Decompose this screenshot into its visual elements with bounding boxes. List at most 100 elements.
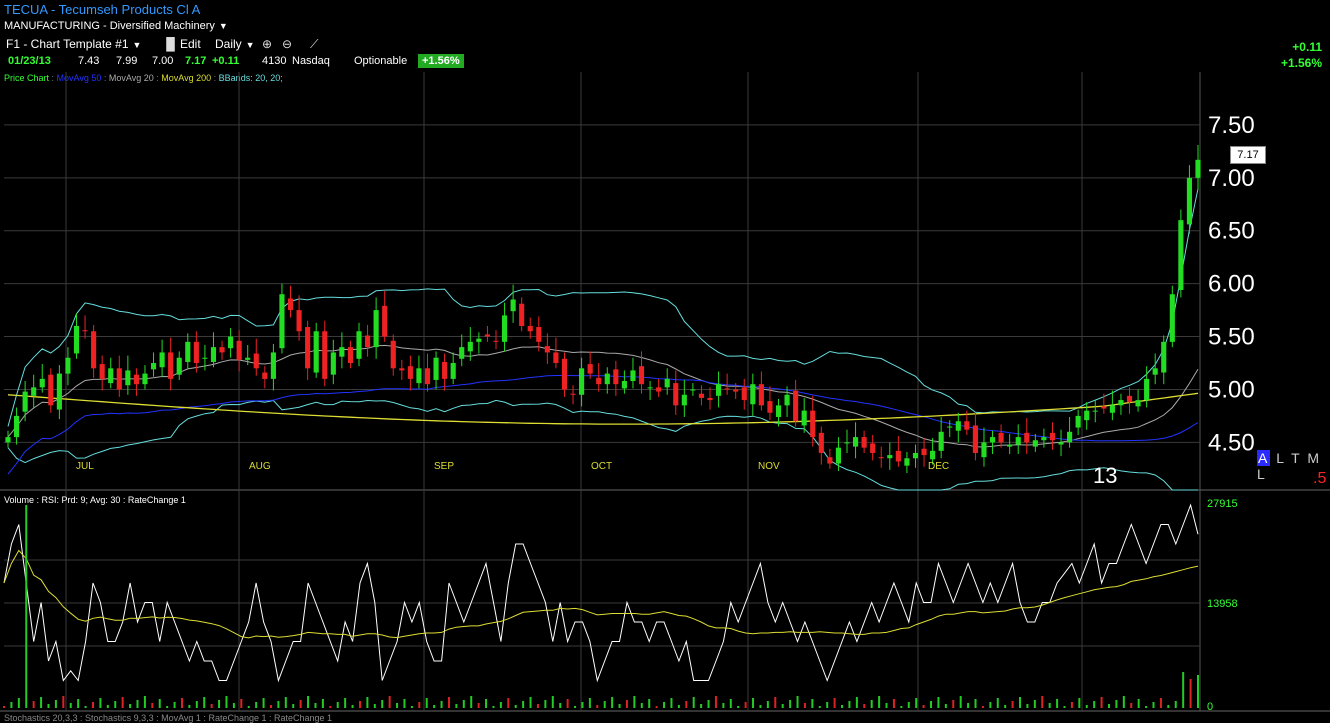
candle-body [835,447,841,464]
candle-body [493,340,499,342]
volume-bar [618,704,621,708]
candle-body [1075,415,1081,428]
volume-bar [729,699,732,708]
volume-bar [336,702,339,708]
altml-a[interactable]: A [1257,450,1271,466]
volume-bar [203,697,206,708]
volume-bar [180,698,183,708]
candle-body [698,393,705,398]
volume-bar [559,703,562,708]
volume-bar [173,702,176,708]
candle-body [870,443,876,453]
price-tick-label: 4.50 [1208,429,1255,456]
price-chart[interactable]: 7.50 7.00 6.50 6.00 5.50 5.00 4.50 JUL AUG SEP OCT… [0,0,1330,721]
candle-body [579,368,585,395]
candle-body [964,421,970,430]
volume-bar [292,704,295,708]
price-tick-label: 6.00 [1208,271,1255,298]
candle-body [501,315,508,342]
bottom-indicator-legend[interactable]: Stochastics 20,3,3 : Stochastics 9,3,3 :… [4,713,332,723]
candle-body [322,331,328,379]
volume-bar [143,696,146,708]
candle-body [262,372,268,379]
candle-body [1152,368,1158,375]
volume-bar [1019,697,1022,708]
volume-bar [752,698,755,708]
volume-bar [1108,704,1111,708]
volume-bar [10,702,13,708]
volume-bar [69,703,72,708]
candle-body [39,378,45,388]
lower-indicator-legend[interactable]: Volume : RSI: Prd: 9; Avg: 30 : RateChan… [4,495,186,505]
volume-bar [1152,702,1155,708]
volume-bar [225,696,228,708]
volume-bar [1197,675,1199,708]
candle-body [210,347,217,362]
candle-body [912,452,919,459]
candle-body [202,357,208,359]
candle-body [330,352,336,375]
candle-body [716,384,722,396]
volume-bar [240,699,243,708]
volume-bar [1063,706,1066,708]
candle-body [91,331,97,369]
candle-body [895,450,901,462]
volume-bar [737,706,740,708]
candle-body [193,341,199,364]
candle-body [818,432,824,453]
candle-body [484,334,490,337]
volume-bar [944,704,947,708]
volume-bar [952,700,955,708]
candle-body [185,341,191,362]
candle-body [382,305,388,337]
candle-body [313,331,319,373]
volume-bar [99,698,102,708]
volume-bar [410,706,413,708]
month-label: OCT [591,461,612,472]
candle-body [305,327,311,369]
volume-bar [136,700,139,708]
volume-bar [967,703,970,708]
candle-body [5,437,11,443]
volume-bar [529,697,532,708]
volume-bar [388,696,391,708]
candle-body [287,298,294,311]
candle-body [219,347,225,353]
candle-body [245,357,251,360]
volume-bar [210,704,213,708]
volume-bar [1026,704,1029,708]
price-tick-label: 5.50 [1208,324,1255,351]
candle-body [424,368,431,385]
candle-body [767,401,773,413]
volume-bar [981,706,984,708]
candle-body [613,369,619,385]
candle-body [270,352,276,379]
candle-body [793,390,799,422]
candle-body [159,352,165,368]
volume-bar [91,702,94,708]
volume-bar [403,699,406,708]
candle-body [681,394,687,406]
candle-body [972,425,978,453]
volume-bar [826,702,829,708]
volume-bar [232,703,235,708]
volume-bar [262,698,265,708]
volume-bar [47,704,50,708]
volume-bar [440,701,443,708]
volume-bar [470,696,473,708]
candle-body [142,373,148,385]
volume-bar [551,696,554,708]
volume-bar [1056,699,1059,708]
volume-bar [166,706,169,708]
volume-bar [989,702,992,708]
candle-body [544,346,550,353]
volume-bar [574,706,577,708]
volume-bar [603,701,606,708]
volume-bar [381,700,384,708]
volume-bar [218,700,221,708]
ma50-line [7,374,1199,475]
candle-body [176,357,182,375]
candle-body [125,370,131,386]
candle-body [450,363,456,379]
volume-bar [1085,705,1088,708]
